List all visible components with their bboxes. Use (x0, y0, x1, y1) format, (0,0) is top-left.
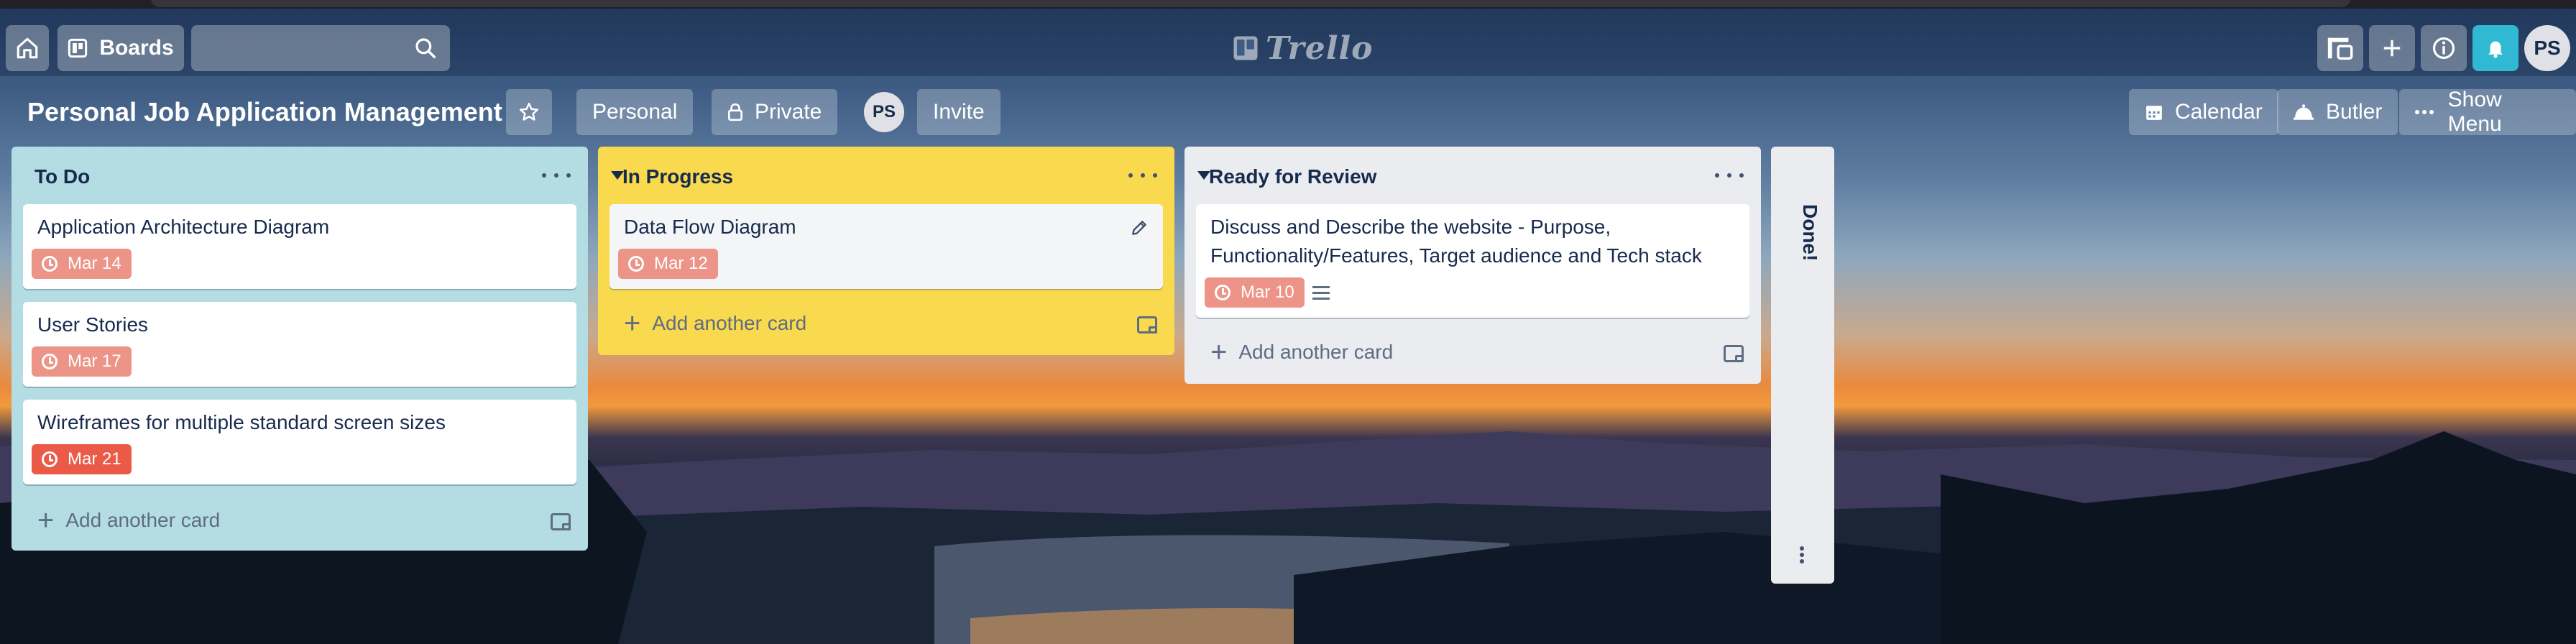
add-card-button[interactable]: + Add another card (1196, 332, 1714, 372)
add-card-button[interactable]: + Add another card (23, 500, 540, 540)
privacy-label: Private (755, 100, 822, 124)
list-title[interactable]: In Progress (622, 162, 733, 191)
list-header[interactable]: To Do (12, 147, 588, 204)
info-button[interactable] (2421, 25, 2467, 71)
card-template-icon[interactable] (1724, 345, 1744, 362)
clock-icon (1215, 285, 1230, 300)
member-avatar[interactable]: PS (2524, 25, 2570, 71)
due-date: Mar 17 (68, 351, 121, 371)
boards-icon (68, 38, 88, 58)
show-menu-label: Show Menu (2447, 88, 2502, 136)
due-date: Mar 12 (654, 254, 708, 273)
team-visibility-button[interactable]: Personal (576, 89, 694, 135)
lock-icon (728, 103, 742, 121)
info-icon (2432, 37, 2455, 60)
clock-icon (42, 354, 58, 369)
list-ready-for-review: Ready for Review Discuss and Describe th… (1184, 147, 1761, 384)
list-menu-icon[interactable] (542, 164, 571, 187)
boards-label: Boards (99, 36, 174, 60)
description-icon (1312, 286, 1330, 300)
clock-icon (42, 256, 58, 272)
calendar-icon (2146, 106, 2162, 120)
plus-icon (2383, 40, 2401, 57)
invite-button[interactable]: Invite (917, 89, 1000, 135)
card[interactable]: Data Flow Diagram Mar 12 (610, 204, 1163, 289)
due-date: Mar 21 (68, 449, 121, 469)
logo-text: Trello (1266, 29, 1374, 67)
card-template-icon[interactable] (1137, 316, 1157, 334)
board-member-avatar[interactable]: PS (864, 92, 904, 132)
list-done-collapsed[interactable]: Done! (1771, 147, 1834, 584)
card-title: Data Flow Diagram (624, 216, 796, 238)
due-date-badge[interactable]: Mar 17 (32, 346, 132, 377)
privacy-button[interactable]: Private (712, 89, 838, 135)
card-template-icon[interactable] (551, 513, 571, 530)
list-menu-icon[interactable] (1715, 164, 1744, 187)
notifications-button[interactable] (2472, 25, 2518, 71)
due-date: Mar 14 (68, 254, 121, 273)
board-switcher-button[interactable] (2317, 25, 2363, 71)
bell-icon (2488, 41, 2503, 58)
search-input[interactable] (191, 25, 450, 71)
plus-icon: + (37, 505, 55, 536)
clock-icon (42, 451, 58, 467)
plus-icon: + (1210, 336, 1228, 368)
card[interactable]: Wireframes for multiple standard screen … (23, 400, 576, 484)
show-menu-button[interactable]: Show Menu (2399, 88, 2576, 136)
due-date: Mar 10 (1241, 282, 1294, 302)
more-icon (2415, 110, 2434, 114)
due-date-badge[interactable]: Mar 12 (618, 249, 718, 279)
card-title: Discuss and Describe the website - Purpo… (1210, 216, 1702, 267)
browser-chrome (0, 0, 2576, 9)
butler-button[interactable]: Butler (2277, 89, 2398, 135)
card[interactable]: Discuss and Describe the website - Purpo… (1196, 204, 1749, 318)
clock-icon (628, 256, 644, 272)
list-header[interactable]: Ready for Review (1184, 147, 1761, 204)
boards-button[interactable]: Boards (58, 25, 184, 71)
card[interactable]: User Stories Mar 17 (23, 302, 576, 387)
address-bar[interactable] (151, 0, 2350, 7)
calendar-label: Calendar (2175, 100, 2263, 124)
butler-icon (2294, 104, 2314, 120)
list-in-progress: In Progress Data Flow Diagram Mar 12 + A… (598, 147, 1174, 355)
card[interactable]: Application Architecture Diagram Mar 14 (23, 204, 576, 289)
butler-label: Butler (2326, 100, 2383, 124)
board-switcher-icon (2327, 37, 2353, 60)
card-title: Application Architecture Diagram (37, 216, 330, 238)
add-card-label: Add another card (65, 509, 221, 531)
home-icon (17, 37, 38, 59)
list-menu-icon[interactable] (1128, 164, 1157, 187)
search-icon (415, 38, 436, 59)
card-title: User Stories (37, 313, 149, 336)
list-title[interactable]: Ready for Review (1209, 162, 1376, 191)
due-date-badge[interactable]: Mar 10 (1205, 277, 1305, 308)
home-button[interactable] (6, 25, 49, 71)
list-menu-icon[interactable] (1800, 546, 1804, 564)
plus-icon: + (624, 308, 641, 339)
list-header[interactable]: In Progress (598, 147, 1174, 204)
edit-pencil-icon[interactable] (1130, 218, 1149, 237)
trello-logo[interactable]: Trello (1233, 29, 1374, 67)
add-card-label: Add another card (652, 312, 807, 334)
top-header: Boards Trello PS (0, 9, 2576, 76)
list-title[interactable]: Done! (1784, 204, 1821, 261)
trello-logo-icon (1233, 36, 1258, 60)
board-title[interactable]: Personal Job Application Management (27, 92, 502, 132)
list-to-do: To Do Application Architecture Diagram M… (12, 147, 588, 551)
star-icon (519, 102, 539, 121)
star-board-button[interactable] (506, 89, 552, 135)
add-card-button[interactable]: + Add another card (610, 303, 1127, 344)
due-date-badge[interactable]: Mar 21 (32, 444, 132, 474)
create-button[interactable] (2369, 25, 2415, 71)
due-date-badge[interactable]: Mar 14 (32, 249, 132, 279)
card-title: Wireframes for multiple standard screen … (37, 411, 446, 433)
list-title[interactable]: To Do (34, 162, 90, 191)
calendar-button[interactable]: Calendar (2129, 89, 2278, 135)
add-card-label: Add another card (1238, 341, 1394, 363)
